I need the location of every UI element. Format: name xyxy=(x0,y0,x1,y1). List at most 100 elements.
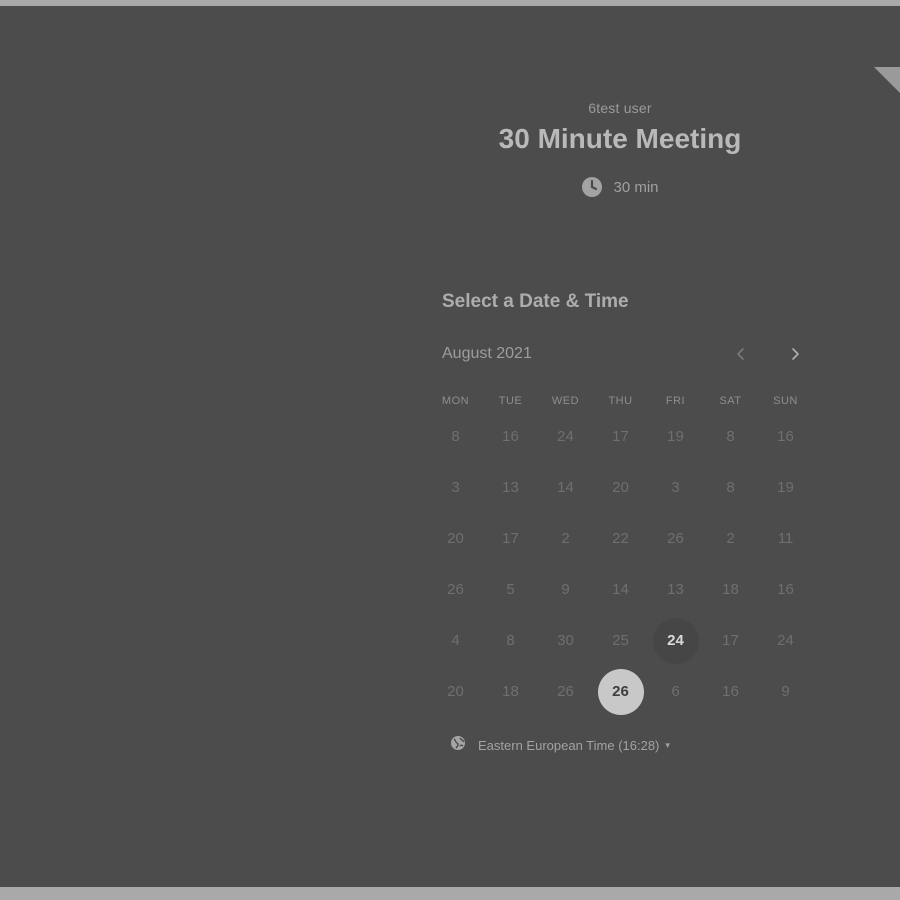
calendar-day: 16 xyxy=(777,581,794,598)
calendar-week-row: 8 16 24 17 19 8 16 xyxy=(428,416,813,467)
calendar-cell: 13 xyxy=(483,467,538,518)
calendar-cell: 3 xyxy=(428,467,483,518)
calendar-days: 8 16 24 17 19 8 16 3 13 14 20 3 8 19 20 17 2 22 26 2 11 26 5 9 1… xyxy=(428,416,813,722)
host-name: 6test user xyxy=(588,100,652,116)
calendar-cell: 20 xyxy=(593,467,648,518)
calendar-cell: 26 xyxy=(593,668,648,722)
calendar-cell: 17 xyxy=(593,416,648,467)
calendar-day: 8 xyxy=(506,632,515,649)
weekday-label: WED xyxy=(551,395,580,407)
calendar-day: 13 xyxy=(667,581,684,598)
calendar-day: 3 xyxy=(451,479,460,496)
clock-icon xyxy=(581,176,603,198)
timezone-selector[interactable]: Eastern European Time (16:28) ▾ xyxy=(450,735,670,756)
timezone-label: Eastern European Time (16:28) xyxy=(478,738,660,753)
calendar-day: 16 xyxy=(722,683,739,700)
event-title: 30 Minute Meeting xyxy=(498,123,742,154)
calendar-cell: 9 xyxy=(758,671,813,722)
calendar-day: 6 xyxy=(671,683,680,700)
calendar-cell: 5 xyxy=(483,569,538,620)
calendar-day: 24 xyxy=(557,428,574,445)
calendar-day: 11 xyxy=(777,530,794,547)
calendar-cell: 20 xyxy=(428,671,483,722)
calendar-cell: 4 xyxy=(428,620,483,671)
calendar-cell: 18 xyxy=(483,671,538,722)
calendar-cell: 19 xyxy=(648,416,703,467)
previous-month-button[interactable] xyxy=(726,339,756,369)
calendar-cell: 26 xyxy=(428,569,483,620)
duration-text: 30 min xyxy=(613,178,659,196)
calendar-cell: 14 xyxy=(593,569,648,620)
calendar-day: 8 xyxy=(451,428,460,445)
calendar-cell: 18 xyxy=(703,569,758,620)
calendar-cell: 20 xyxy=(428,518,483,569)
next-month-button[interactable] xyxy=(780,339,810,369)
calendar-cell: 26 xyxy=(648,518,703,569)
calendar-grid: MON TUE WED THU FRI SAT SUN 8 16 24 17 19 8 16… xyxy=(428,386,813,722)
calendar-day: 9 xyxy=(781,683,790,700)
calendar-cell: 16 xyxy=(758,569,813,620)
calendar-day: 22 xyxy=(612,530,629,547)
corner-ribbon xyxy=(874,67,900,93)
calendar-day: 9 xyxy=(561,581,570,598)
calendar-day: 19 xyxy=(667,428,684,445)
chevron-right-icon xyxy=(792,348,799,360)
calendar-cell: 30 xyxy=(538,620,593,671)
calendar-day: 16 xyxy=(777,428,794,445)
calendar-cell: 3 xyxy=(648,467,703,518)
calendar-cell: 8 xyxy=(428,416,483,467)
calendar-cell: 24 xyxy=(758,620,813,671)
calendar-day: 2 xyxy=(561,530,570,547)
calendar-day: 16 xyxy=(502,428,519,445)
calendar-week-row: 26 5 9 14 13 18 16 xyxy=(428,569,813,620)
weekday-label: SAT xyxy=(719,395,742,407)
calendar-cell: 14 xyxy=(538,467,593,518)
calendar-cell: 24 xyxy=(538,416,593,467)
calendar-cell: 9 xyxy=(538,569,593,620)
weekday-label: FRI xyxy=(665,395,686,407)
calendar-week-row: 20 18 26 26 6 16 9 xyxy=(428,668,813,722)
calendar-day: 26 xyxy=(667,530,684,547)
calendar-day: 18 xyxy=(502,683,519,700)
calendar-cell: 17 xyxy=(483,518,538,569)
calendar-day: 25 xyxy=(612,632,629,649)
calendar-cell: 2 xyxy=(538,518,593,569)
select-date-time-title: Select a Date & Time xyxy=(442,291,629,312)
weekday-label: MON xyxy=(441,395,470,407)
calendar-day: 24 xyxy=(777,632,794,649)
calendar-day: 17 xyxy=(502,530,519,547)
caret-down-icon: ▾ xyxy=(665,740,670,750)
calendar-day: 2 xyxy=(726,530,735,547)
calendar-day: 13 xyxy=(502,479,519,496)
globe-icon xyxy=(450,735,466,756)
calendar-cell: 22 xyxy=(593,518,648,569)
calendar-week-row: 3 13 14 20 3 8 19 xyxy=(428,467,813,518)
calendar-day: 26 xyxy=(447,581,464,598)
calendar-day: 5 xyxy=(506,581,515,598)
calendar-week-row: 4 8 30 25 24 17 24 xyxy=(428,617,813,671)
calendar-day: 3 xyxy=(671,479,680,496)
calendar-day-selected[interactable]: 26 xyxy=(597,668,644,715)
calendar-cell: 11 xyxy=(758,518,813,569)
calendar-cell: 6 xyxy=(648,671,703,722)
calendar-cell: 17 xyxy=(703,620,758,671)
calendar-day: 30 xyxy=(557,632,574,649)
calendar-cell: 16 xyxy=(703,671,758,722)
weekday-label: THU xyxy=(608,395,633,407)
duration-row: 30 min xyxy=(420,176,820,198)
calendar-day-available[interactable]: 24 xyxy=(652,617,699,664)
calendar-cell: 25 xyxy=(593,620,648,671)
calendar-day: 19 xyxy=(777,479,794,496)
calendar-day: 20 xyxy=(447,683,464,700)
weekday-label: TUE xyxy=(498,395,523,407)
calendar-day: 26 xyxy=(557,683,574,700)
calendar-cell: 19 xyxy=(758,467,813,518)
calendar-cell: 16 xyxy=(483,416,538,467)
calendar-day: 20 xyxy=(447,530,464,547)
calendar-week-row: 20 17 2 22 26 2 11 xyxy=(428,518,813,569)
calendar-cell: 24 xyxy=(648,617,703,671)
calendar-day: 17 xyxy=(722,632,739,649)
calendar-day: 8 xyxy=(726,428,735,445)
calendar-cell: 13 xyxy=(648,569,703,620)
calendar-cell: 26 xyxy=(538,671,593,722)
